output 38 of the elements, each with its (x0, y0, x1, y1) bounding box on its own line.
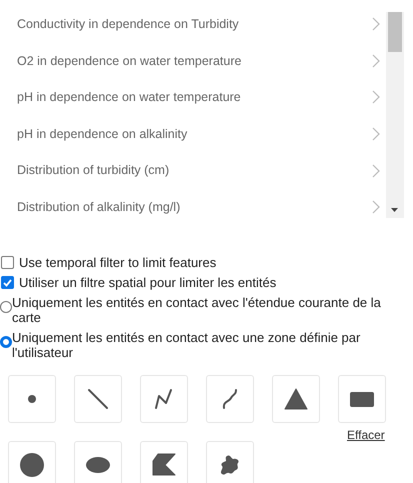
option-label: Utiliser un filtre spatial pour limiter les entités (19, 275, 276, 290)
circle-icon (20, 453, 44, 477)
line-tool-button[interactable] (74, 375, 122, 423)
list-item[interactable]: O2 in dependence on water temperature (0, 42, 386, 80)
clear-link[interactable]: Effacer (347, 426, 385, 444)
scrollbar[interactable] (386, 12, 404, 218)
freehand-line-tool-button[interactable] (206, 375, 254, 423)
checkbox[interactable] (1, 256, 14, 269)
line-icon (86, 387, 110, 411)
polyline-tool-button[interactable] (140, 375, 188, 423)
list-item[interactable]: Distribution of alkalinity (mg/l) (0, 188, 386, 225)
scroll-down-icon[interactable] (391, 208, 398, 212)
chevron-icon (372, 90, 380, 104)
list-item[interactable]: pH in dependence on water temperature (0, 79, 386, 116)
chevron-icon (372, 127, 380, 142)
chevron-icon (372, 17, 380, 32)
chevron-icon (372, 164, 380, 178)
radio-button[interactable] (0, 301, 12, 313)
circle-tool-button[interactable] (8, 441, 56, 483)
list-item[interactable]: Conductivity in dependence on Turbidity (0, 6, 386, 43)
triangle-tool-button[interactable] (272, 375, 320, 423)
list-item[interactable]: Distribution of turbidity (cm) (0, 152, 386, 189)
polygon-tool-button[interactable] (140, 441, 188, 483)
polygon-icon (152, 453, 176, 477)
point-tool-button[interactable] (8, 375, 56, 423)
triangle-icon (284, 387, 308, 411)
rectangle-tool-button[interactable] (338, 375, 386, 423)
scrollbar-thumb[interactable] (388, 12, 402, 52)
option-label: Use temporal filter to limit features (19, 255, 216, 270)
list-item[interactable]: pH in dependence on alkalinity (0, 116, 386, 152)
checkbox[interactable] (1, 276, 14, 289)
option-label: Uniquement les entités en contact avec l'étendue courante de la carte (12, 295, 382, 325)
option-label: Uniquement les entités en contact avec une zone définie par l'utilisateur (12, 330, 362, 360)
ellipse-tool-button[interactable] (74, 441, 122, 483)
freehand-polygon-tool-button[interactable] (206, 441, 254, 483)
chevron-icon (372, 200, 380, 214)
radio-button[interactable] (0, 336, 12, 348)
chevron-icon (372, 54, 380, 68)
